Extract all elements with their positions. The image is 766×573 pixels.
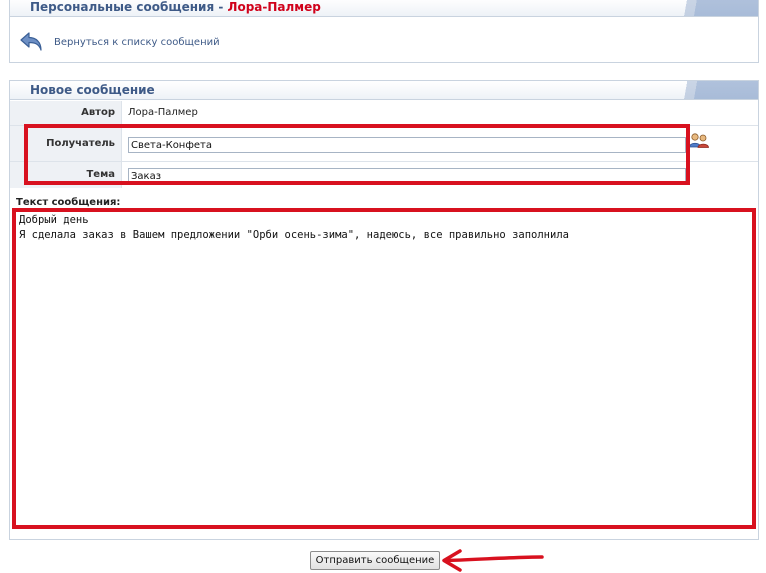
page-title-user: Лора-Палмер [227, 0, 321, 14]
new-message-title: Новое сообщение [10, 81, 758, 100]
back-row: Вернуться к списку сообщений [19, 28, 220, 56]
contacts-icon[interactable] [688, 132, 710, 148]
back-arrow-icon[interactable] [19, 30, 45, 54]
author-row: Автор Лора-Палмер [10, 101, 758, 126]
message-body-label: Текст сообщения: [16, 197, 121, 208]
title-decoration [638, 0, 758, 16]
recipient-row: Получатель [10, 126, 758, 162]
messages-panel: Персональные сообщения - Лора-Палмер Вер… [9, 0, 759, 63]
subject-input[interactable] [128, 168, 686, 184]
page-title-prefix: Персональные сообщения - [30, 0, 228, 14]
subject-row: Тема [10, 162, 758, 188]
new-message-title-text: Новое сообщение [30, 83, 155, 97]
author-label: Автор [10, 101, 122, 125]
message-body-textarea[interactable]: Добрый день Я сделала заказ в Вашем пред… [14, 209, 755, 529]
title-decoration [638, 81, 758, 99]
new-message-panel: Новое сообщение Автор Лора-Палмер Получа… [9, 80, 759, 540]
recipient-label: Получатель [10, 126, 122, 161]
subject-label: Тема [10, 162, 122, 188]
send-message-button[interactable]: Отправить сообщение [310, 551, 440, 570]
back-to-messages-link[interactable]: Вернуться к списку сообщений [54, 37, 220, 48]
author-value: Лора-Палмер [128, 107, 198, 118]
red-arrow-annotation [442, 549, 544, 572]
recipient-input[interactable] [128, 137, 686, 153]
page-title: Персональные сообщения - Лора-Палмер [10, 0, 758, 17]
